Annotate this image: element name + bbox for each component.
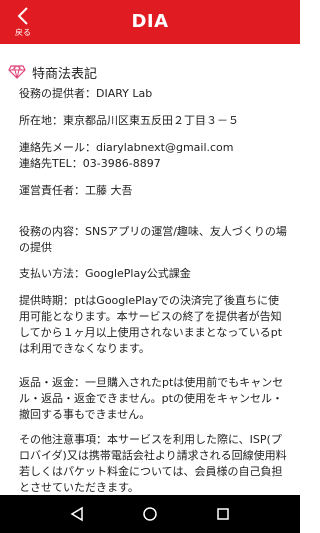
- refund-text: 返品・返金：一旦購入されたptは使用前でもキャンセル・返品・返金できません。pt…: [19, 376, 284, 421]
- page-title: DIA: [131, 11, 169, 32]
- system-navbar: [0, 495, 300, 533]
- service-content-text: 役務の内容：SNSアプリの運営/趣味、友人づくりの場の提供: [19, 225, 287, 254]
- manager-text: 運営責任者：工藤 大吾: [19, 184, 133, 197]
- tel-text: 連絡先TEL：03-3986-8897: [19, 157, 161, 170]
- email-text: 連絡先メール：diarylabnext@gmail.com: [19, 141, 234, 154]
- app-header: 戻る DIA: [0, 0, 300, 44]
- section-title: 特商法表記: [32, 66, 98, 82]
- back-triangle-icon: [70, 506, 83, 522]
- provision-period-text: 提供時期：ptはGooglePlayでの決済完了後直ちに使用可能となります。本サ…: [19, 294, 283, 355]
- section-heading: 特商法表記: [8, 62, 97, 82]
- diamond-icon: [8, 65, 26, 79]
- nav-recents-button[interactable]: [207, 498, 239, 530]
- nav-back-button[interactable]: [61, 498, 93, 530]
- other-notes-text: その他注意事項：本サービスを利用した際に、ISP(プロバイダ)又は携帯電話会社よ…: [19, 433, 287, 494]
- legal-content: 特商法表記 役務の提供者：DIARY Lab 所在地：東京都品川区東五反田２丁目…: [0, 44, 300, 495]
- provider-text: 役務の提供者：DIARY Lab: [19, 87, 153, 100]
- nav-home-button[interactable]: [134, 498, 166, 530]
- home-circle-icon: [143, 507, 157, 521]
- payment-method-text: 支払い方法：GooglePlay公式課金: [19, 267, 191, 280]
- address-text: 所在地：東京都品川区東五反田２丁目３－５: [19, 114, 239, 127]
- recents-square-icon: [217, 508, 230, 520]
